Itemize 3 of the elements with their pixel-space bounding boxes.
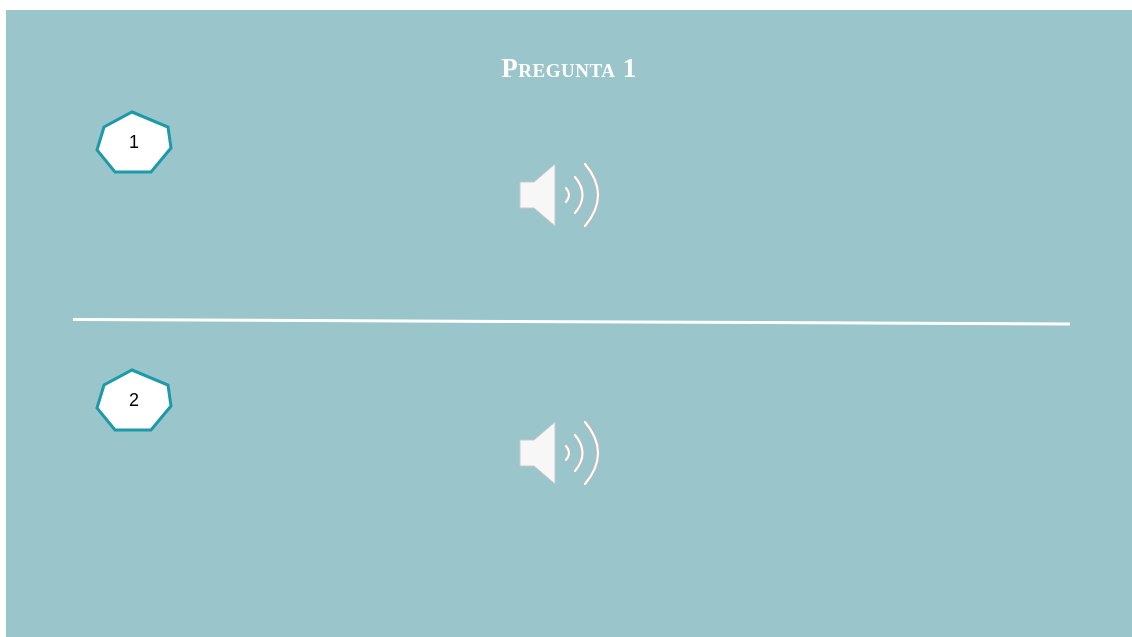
slide-title: Pregunta 1 <box>501 52 637 84</box>
number-badge: 1 <box>95 110 173 174</box>
number-badge: 2 <box>95 368 173 432</box>
